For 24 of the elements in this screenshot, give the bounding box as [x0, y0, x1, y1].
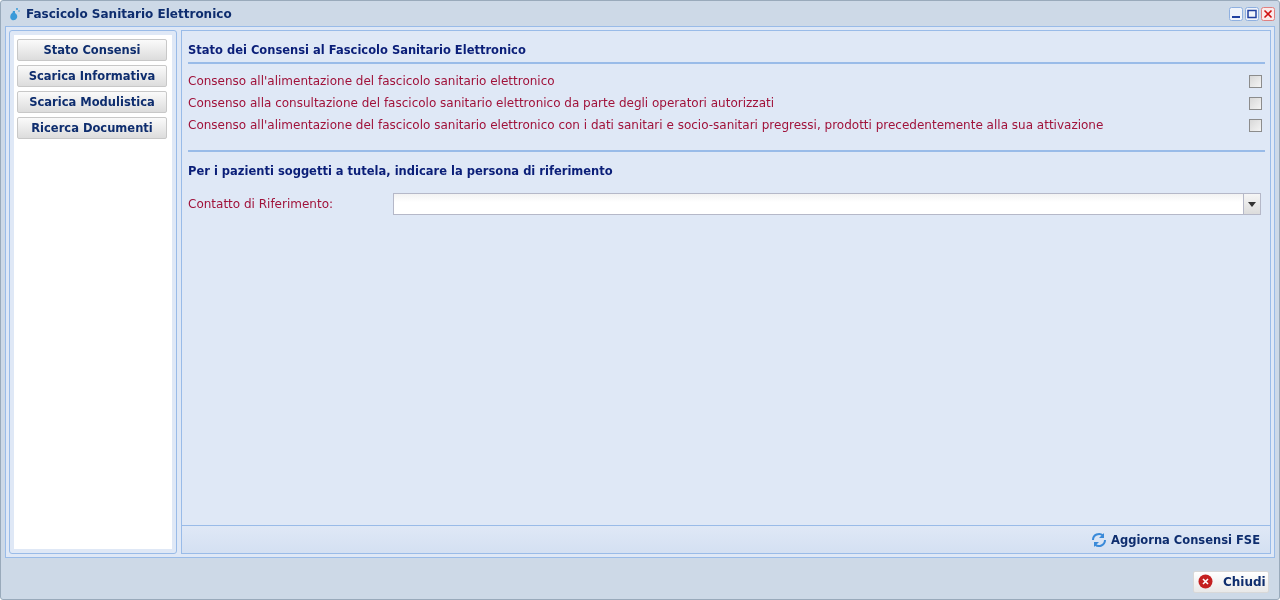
close-icon[interactable] — [1261, 6, 1275, 21]
minimize-icon[interactable] — [1229, 6, 1243, 21]
maximize-icon[interactable] — [1245, 6, 1259, 21]
sidebar-button[interactable]: Scarica Modulistica — [17, 91, 167, 113]
consent-checkbox[interactable] — [1249, 96, 1262, 110]
sidebar-button[interactable]: Stato Consensi — [17, 39, 167, 61]
close-icon — [1198, 574, 1213, 589]
window-title: Fascicolo Sanitario Elettronico — [26, 6, 233, 21]
consent-label: Consenso all'alimentazione del fascicolo sanitario elettronico con i dati sanitari e socio-sanitari pregressi, prodotti precedentemente alla sua attivazione — [188, 118, 1104, 132]
refresh-button[interactable]: Aggiorna Consensi FSE — [1089, 529, 1262, 550]
consent-checkbox[interactable] — [1249, 118, 1262, 132]
consent-label: Consenso alla consultazione del fascicolo sanitario elettronico da parte degli operatori autorizzati — [188, 96, 775, 110]
section-heading: Per i pazienti soggetti a tutela, indicare la persona di riferimento — [188, 164, 614, 180]
consent-label: Consenso all'alimentazione del fascicolo sanitario elettronico — [188, 74, 555, 88]
app-icon — [8, 6, 20, 21]
section-heading: Stato dei Consensi al Fascicolo Sanitario Elettronico — [188, 43, 1265, 64]
contact-dropdown[interactable] — [393, 193, 1261, 215]
close-button[interactable]: Chiudi — [1193, 570, 1269, 593]
sidebar-button[interactable]: Ricerca Documenti — [17, 117, 167, 139]
refresh-icon — [1091, 531, 1107, 548]
caret-icon — [1248, 201, 1256, 207]
field-label: Contatto di Riferimento: — [188, 197, 335, 211]
sidebar-button[interactable]: Scarica Informativa — [17, 65, 167, 87]
consent-checkbox[interactable] — [1249, 74, 1262, 88]
